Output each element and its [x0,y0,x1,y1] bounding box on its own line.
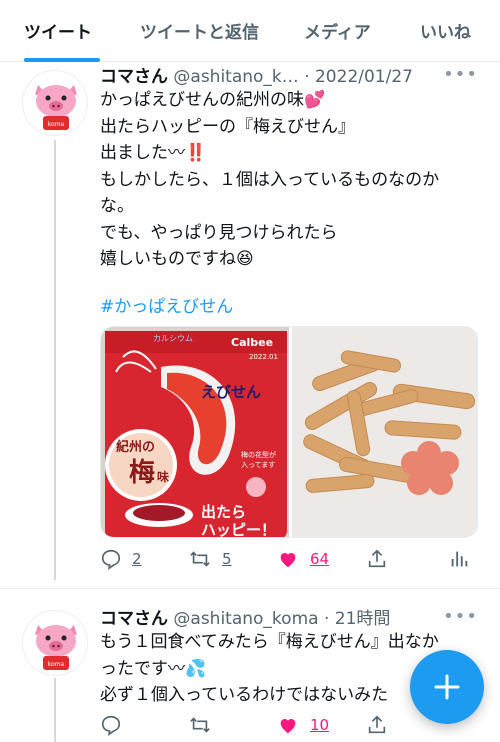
tweet-line: な。 [100,196,134,216]
tweet-line: 必ず１個入っているわけではないみた [100,685,389,705]
share-button[interactable] [366,714,388,736]
retweet-count: 5 [222,550,232,568]
profile-tabs: ツイート ツイートと返信 メディア いいね [0,0,500,62]
reply-icon [101,715,121,736]
tweet-actions: 2 5 64 [100,548,480,578]
display-name[interactable]: コマさん [100,67,168,87]
svg-text:梅の花型が: 梅の花型が [241,450,276,459]
reply-button[interactable] [100,714,122,736]
bag-brand-text: Calbee [231,336,273,349]
tab-media[interactable]: メディア [304,18,371,43]
retweet-button[interactable]: 5 [188,548,232,570]
share-icon [368,715,386,734]
user-handle[interactable]: @ashitano_k… [173,67,298,87]
analytics-button[interactable] [448,548,470,570]
bag-title-text: えびせん [201,383,261,401]
tab-tweets[interactable]: ツイート [24,18,92,43]
share-button[interactable] [366,548,388,570]
tweet-line: ったです〰💦 [100,658,207,679]
more-options-icon[interactable]: ••• [443,64,478,85]
heart-icon [280,553,296,568]
like-count: 10 [310,716,330,734]
reply-icon [101,549,121,570]
bag-date-text: 2022.01 [249,353,278,361]
hashtag-link[interactable]: #かっぱえびせん [100,292,233,317]
svg-text:ハッピー！: ハッピー！ [201,521,276,538]
tweet-line: でも、やっぱり見つけられたら [100,222,338,243]
retweet-button[interactable] [188,714,212,736]
avatar-label: koma [48,661,65,668]
like-button[interactable]: 10 [276,714,329,736]
tweet-line: かっぱえびせんの紀州の味💕 [100,90,326,110]
tweet-header: コマさん @ashitano_k… · 2022/01/27 [100,62,413,87]
media-photos: Calbee カルシウム 2022.01 えびせん 紀州の 梅 味 梅の花型が … [101,327,477,538]
bag-flavor-text: 紀州の [116,439,155,455]
heart-icon [280,719,296,734]
tweet-header: コマさん @ashitano_koma · 21時間 [100,604,390,629]
tab-tweets-and-replies[interactable]: ツイートと返信 [140,18,259,43]
bag-flavor-main-text: 梅 [129,457,155,488]
thread-line [54,140,56,580]
display-name[interactable]: コマさん [100,609,168,629]
retweet-icon [190,717,210,733]
tweet[interactable]: koma コマさん @ashitano_k… · 2022/01/27 ••• … [0,62,500,587]
tweet-text: もう１回食べてみたら『梅えびせん』出なか ったです〰💦 必ず１個入っているわけで… [100,629,439,709]
share-icon [368,549,386,568]
compose-tweet-button[interactable] [410,650,484,724]
reply-count: 2 [132,550,142,568]
plus-icon [434,674,460,700]
pig-avatar-icon: koma [23,71,87,135]
reply-button[interactable]: 2 [100,548,142,570]
tweet-line: もしかしたら、１個は入っているものなのか [100,169,440,190]
svg-text:入ってます: 入ってます [241,461,275,469]
tweet-line: 嬉しいものですね😆 [100,249,254,269]
analytics-icon [451,551,468,567]
tweet-divider [0,588,500,589]
svg-text:カルシウム: カルシウム [153,334,193,343]
thread-line [54,678,56,742]
retweet-icon [190,551,210,567]
user-handle[interactable]: @ashitano_koma [173,609,318,629]
avatar[interactable]: koma [22,70,88,136]
tweet-line: もう１回食べてみたら『梅えびせん』出なか [100,632,439,652]
tweet-line: 出ました〰‼️ [100,143,207,163]
like-button[interactable]: 64 [276,548,329,570]
tweet-actions: 10 [100,714,480,742]
pig-avatar-icon: koma [23,611,87,675]
avatar[interactable]: koma [22,610,88,676]
tab-likes[interactable]: いいね [420,18,471,43]
more-options-icon[interactable]: ••• [443,606,478,627]
tweet-line: 出たらハッピーの『梅えびせん』 [100,116,355,137]
bag-flavor-suffix-text: 味 [157,469,169,484]
like-count: 64 [310,550,330,568]
svg-text:出たら: 出たら [201,503,246,521]
avatar-label: koma [48,121,65,128]
tweet-media[interactable]: Calbee カルシウム 2022.01 えびせん 紀州の 梅 味 梅の花型が … [100,326,478,538]
tweet-text: かっぱえびせんの紀州の味💕 出たらハッピーの『梅えびせん』 出ました〰‼️ もし… [100,87,439,273]
tweet-time[interactable]: · 2022/01/27 [304,67,413,87]
tweet-time[interactable]: · 21時間 [324,609,390,629]
